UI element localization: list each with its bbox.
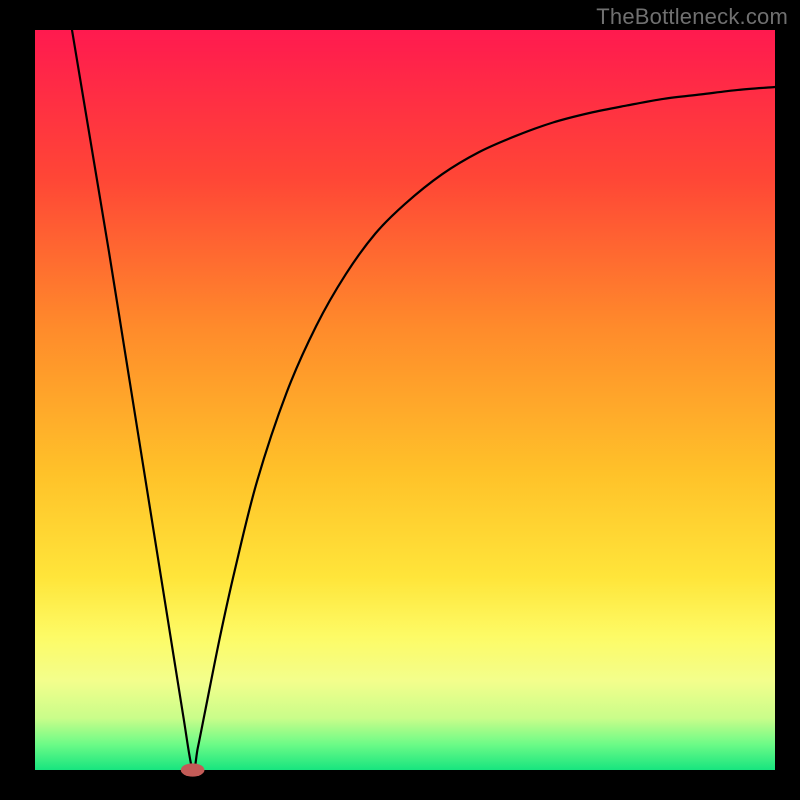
bottleneck-chart — [0, 0, 800, 800]
plot-background — [35, 30, 775, 770]
chart-frame: TheBottleneck.com — [0, 0, 800, 800]
attribution-text: TheBottleneck.com — [596, 4, 788, 30]
minimum-marker — [181, 763, 205, 776]
